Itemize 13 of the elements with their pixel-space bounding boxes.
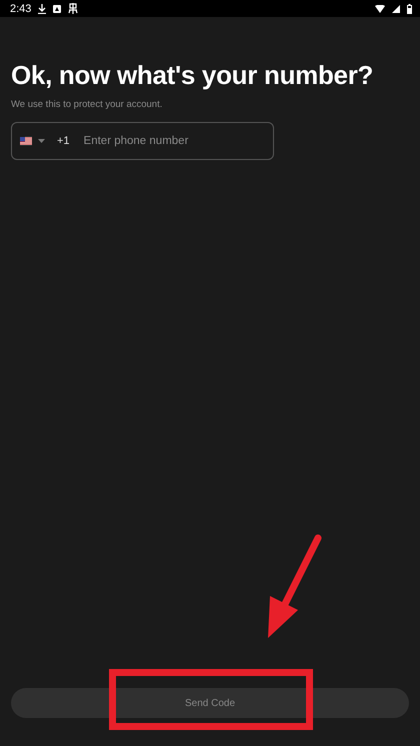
page-title: Ok, now what's your number?: [11, 60, 374, 91]
phone-number-input[interactable]: Enter phone number: [82, 134, 256, 148]
subtitle: We use this to protect your account.: [11, 99, 164, 110]
download-icon: [38, 4, 46, 14]
flag-icon: [20, 137, 32, 145]
country-code: +1: [57, 135, 70, 147]
battery-icon: [407, 4, 412, 14]
notification-icon: [53, 4, 62, 12]
caret-icon[interactable]: [38, 139, 45, 143]
status-time: 2:43: [10, 2, 32, 14]
phone-input-field[interactable]: +1 Enter phone number: [11, 122, 274, 160]
wifi-icon: [375, 4, 385, 12]
signal-icon: [392, 4, 400, 12]
